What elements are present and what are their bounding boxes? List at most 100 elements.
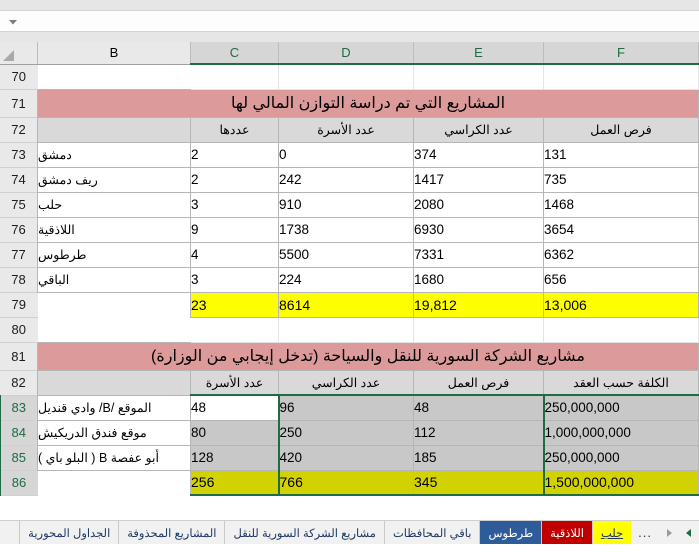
cell-C80[interactable] [190, 317, 279, 343]
cell-B76[interactable]: اللاذقية [37, 216, 191, 243]
cell-F75[interactable]: 1468 [543, 191, 699, 218]
row-header-86[interactable]: 86 [0, 470, 38, 496]
table2-total-D[interactable]: 766 [278, 469, 414, 496]
row-header-80[interactable]: 80 [0, 317, 38, 343]
cell-C84[interactable]: 80 [190, 419, 280, 446]
column-header-D[interactable]: D [278, 42, 414, 65]
sheet-tab-syrian-transport-company-projects[interactable]: مشاريع الشركة السورية للنقل [224, 521, 384, 544]
sheet-tab-tartous[interactable]: طرطوس [479, 521, 542, 544]
table2-total-C[interactable]: 256 [190, 469, 280, 496]
row-header-77[interactable]: 77 [0, 242, 38, 268]
row-header-72[interactable]: 72 [0, 117, 38, 143]
table1-total-B[interactable] [37, 292, 191, 317]
cell-D85[interactable]: 420 [278, 444, 414, 471]
table2-total-E[interactable]: 345 [413, 469, 544, 496]
tab-nav-prev-icon[interactable] [659, 521, 679, 544]
cell-C74[interactable]: 2 [190, 166, 279, 193]
tab-nav-next-icon[interactable] [679, 521, 699, 544]
row-header-83[interactable]: 83 [0, 395, 38, 421]
tab-overflow-ellipsis[interactable]: ... [631, 521, 659, 544]
cell-E74[interactable]: 1417 [413, 166, 544, 193]
sheet-tab-aleppo[interactable]: حلب [591, 521, 632, 544]
row-header-76[interactable]: 76 [0, 217, 38, 243]
cell-B74[interactable]: ريف دمشق [37, 166, 191, 193]
select-all-corner[interactable] [0, 42, 38, 65]
cell-D70[interactable] [278, 64, 414, 90]
cell-B78[interactable]: الباقي [37, 266, 191, 293]
cell-C73[interactable]: 2 [190, 141, 279, 168]
column-header-E[interactable]: E [413, 42, 544, 65]
cell-D78[interactable]: 224 [278, 266, 414, 293]
row-header-74[interactable]: 74 [0, 167, 38, 193]
table2-total-B[interactable] [37, 470, 191, 495]
cell-C83-active[interactable]: 48 [190, 394, 280, 421]
row-header-85[interactable]: 85 [0, 445, 38, 471]
cell-B84[interactable]: موقع فندق الدريكيش [37, 419, 191, 446]
cell-B80[interactable] [37, 317, 191, 342]
row-header-70[interactable]: 70 [0, 64, 38, 90]
cell-F73[interactable]: 131 [543, 141, 699, 168]
formula-bar[interactable] [0, 10, 699, 32]
table1-total-D[interactable]: 8614 [278, 291, 414, 318]
cell-E80[interactable] [413, 317, 544, 343]
cell-F84[interactable]: 1,000,000,000 [542, 419, 699, 446]
cell-E77[interactable]: 7331 [413, 241, 544, 268]
cell-D80[interactable] [278, 317, 414, 343]
cell-D84[interactable]: 250 [278, 419, 414, 446]
cell-F77[interactable]: 6362 [543, 241, 699, 268]
cell-F85[interactable]: 250,000,000 [542, 444, 699, 471]
sheet-tab-latakia[interactable]: اللاذقية [541, 521, 592, 544]
cell-B70[interactable] [37, 64, 191, 89]
cell-E84[interactable]: 112 [413, 419, 544, 446]
table1-total-C[interactable]: 23 [190, 291, 279, 318]
cell-C85[interactable]: 128 [190, 444, 280, 471]
row-header-71[interactable]: 71 [0, 89, 38, 118]
cell-C76[interactable]: 9 [190, 216, 279, 243]
cell-B85[interactable]: أبو عفصة B ( البلو باي ) [37, 444, 191, 471]
cell-E83[interactable]: 48 [413, 394, 544, 421]
cell-C77[interactable]: 4 [190, 241, 279, 268]
column-header-C[interactable]: C [190, 42, 279, 65]
row-header-81[interactable]: 81 [0, 342, 38, 371]
cell-C75[interactable]: 3 [190, 191, 279, 218]
row-header-84[interactable]: 84 [0, 420, 38, 446]
cell-E85[interactable]: 185 [413, 444, 544, 471]
column-header-F[interactable]: F [543, 42, 699, 65]
cell-E70[interactable] [413, 64, 544, 90]
row-header-79[interactable]: 79 [0, 292, 38, 318]
chevron-down-icon[interactable] [6, 15, 20, 29]
cell-E78[interactable]: 1680 [413, 266, 544, 293]
table2-total-F[interactable]: 1,500,000,000 [542, 469, 699, 496]
cell-E75[interactable]: 2080 [413, 191, 544, 218]
cell-D83[interactable]: 96 [278, 394, 414, 421]
table1-total-F[interactable]: 13,006 [543, 291, 699, 318]
table1-total-E[interactable]: 19,812 [413, 291, 544, 318]
cell-E76[interactable]: 6930 [413, 216, 544, 243]
row-header-73[interactable]: 73 [0, 142, 38, 168]
cell-D76[interactable]: 1738 [278, 216, 414, 243]
cell-D74[interactable]: 242 [278, 166, 414, 193]
cell-C78[interactable]: 3 [190, 266, 279, 293]
spreadsheet-grid[interactable]: F E D C B 70 المشاريع التي تم دراسة التو… [0, 42, 699, 520]
cell-F83[interactable]: 250,000,000 [542, 394, 699, 421]
cell-B73[interactable]: دمشق [37, 141, 191, 168]
cell-C70[interactable] [190, 64, 279, 90]
cell-D77[interactable]: 5500 [278, 241, 414, 268]
cell-F74[interactable]: 735 [543, 166, 699, 193]
cell-F76[interactable]: 3654 [543, 216, 699, 243]
cell-D75[interactable]: 910 [278, 191, 414, 218]
row-header-82[interactable]: 82 [0, 370, 38, 396]
sheet-tab-other-governorates[interactable]: باقي المحافظات [383, 521, 480, 544]
cell-D73[interactable]: 0 [278, 141, 414, 168]
formula-input[interactable] [26, 11, 695, 31]
cell-B77[interactable]: طرطوس [37, 241, 191, 268]
sheet-tab-deleted-projects[interactable]: المشاريع المحذوفة [118, 521, 225, 544]
cell-F80[interactable] [543, 317, 699, 343]
cell-F78[interactable]: 656 [543, 266, 699, 293]
sheet-tab-pivot-tables[interactable]: الجداول المحورية [19, 521, 119, 544]
cell-B83[interactable]: الموقع /B/ وادي قنديل [37, 394, 191, 421]
column-header-B[interactable]: B [37, 42, 191, 65]
row-header-75[interactable]: 75 [0, 192, 38, 218]
cell-E73[interactable]: 374 [413, 141, 544, 168]
cell-F70[interactable] [543, 64, 699, 90]
